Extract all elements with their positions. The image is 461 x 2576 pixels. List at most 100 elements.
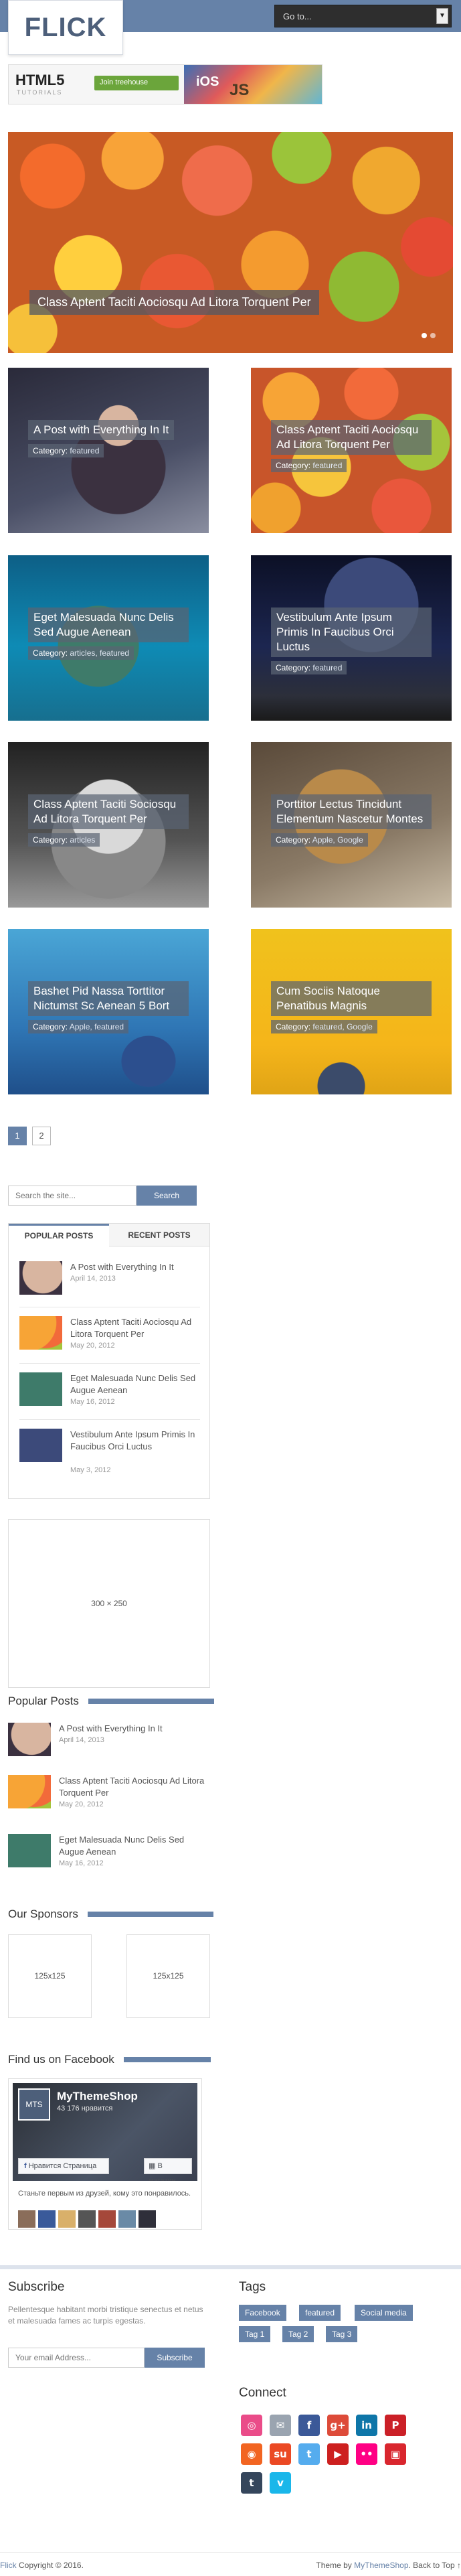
post-thumbnail[interactable] [8,1775,51,1808]
tag-link[interactable]: Tag 3 [326,2326,358,2342]
post-card[interactable]: Eget Malesuada Nunc Delis Sed Augue Aene… [8,555,209,721]
post-title[interactable]: Cum Sociis Natoque Penatibus Magnis [271,981,432,1016]
avatar[interactable] [58,2210,76,2228]
post-card[interactable]: Class Aptent Taciti Aociosqu Ad Litora T… [251,368,452,533]
post-title[interactable]: Bashet Pid Nassa Torttitor Nictumst Sc A… [28,981,189,1016]
post-title[interactable]: Vestibulum Ante Ipsum Primis In Faucibus… [271,607,432,657]
post-thumbnail[interactable] [19,1429,62,1462]
list-item-title[interactable]: A Post with Everything In It [70,1261,197,1273]
avatar[interactable] [18,2210,35,2228]
category-links[interactable]: featured [312,461,342,470]
facebook-icon[interactable]: f [298,2415,320,2436]
facebook-page-avatar[interactable]: MTS [18,2088,50,2121]
tag-link[interactable]: Social media [355,2305,413,2321]
avatar[interactable] [139,2210,156,2228]
list-item[interactable]: A Post with Everything In It April 14, 2… [8,1723,210,1763]
post-thumbnail[interactable] [19,1261,62,1295]
list-item-date: May 3, 2012 [70,1466,111,1474]
post-thumbnail[interactable] [8,1834,51,1867]
post-card[interactable]: Class Aptent Taciti Sociosqu Ad Litora T… [8,742,209,908]
avatar[interactable] [38,2210,56,2228]
dribbble-icon[interactable]: ◎ [241,2415,262,2436]
post-title[interactable]: Porttitor Lectus Tincidunt Elementum Nas… [271,794,432,829]
post-card[interactable]: A Post with Everything In It Category: f… [8,368,209,533]
tag-link[interactable]: featured [299,2305,341,2321]
list-item[interactable]: A Post with Everything In It April 14, 2… [19,1261,200,1308]
delicious-icon[interactable]: ▣ [385,2443,406,2465]
category-links[interactable]: articles, featured [70,648,129,658]
sponsor-ad-2[interactable]: 125x125 [126,1934,210,2018]
featured-caption[interactable]: Class Aptent Taciti Aociosqu Ad Litora T… [29,290,319,315]
search-button[interactable]: Search [136,1186,197,1206]
stumbleupon-icon[interactable]: su [270,2443,291,2465]
category-links[interactable]: featured, Google [312,1022,372,1031]
rss-icon[interactable]: ◉ [241,2443,262,2465]
tag-link[interactable]: Tag 1 [239,2326,271,2342]
list-item-title[interactable]: Class Aptent Taciti Aociosqu Ad Litora T… [70,1316,197,1340]
list-item-date: May 16, 2012 [59,1859,104,1867]
widget-heading: Popular Posts [8,1693,214,1709]
list-item-title[interactable]: A Post with Everything In It [59,1723,209,1735]
page-1-link[interactable]: 1 [8,1127,27,1145]
list-item-title[interactable]: Eget Malesuada Nunc Delis Sed Augue Aene… [59,1834,209,1858]
facebook-like-button[interactable]: f Нравится Страница [18,2158,109,2174]
post-card[interactable]: Cum Sociis Natoque Penatibus Magnis Cate… [251,929,452,1094]
avatar[interactable] [98,2210,116,2228]
vimeo-icon[interactable]: v [270,2472,291,2494]
post-title[interactable]: Class Aptent Taciti Sociosqu Ad Litora T… [28,794,189,829]
post-title[interactable]: Class Aptent Taciti Aociosqu Ad Litora T… [271,420,432,455]
facebook-cover[interactable]: MTS MyThemeShop 43 176 нравится f Нравит… [13,2083,197,2181]
site-logo[interactable]: FLICK [8,0,123,55]
email-field[interactable] [8,2348,145,2368]
youtube-icon[interactable]: ▶ [327,2443,349,2465]
post-card[interactable]: Bashet Pid Nassa Torttitor Nictumst Sc A… [8,929,209,1094]
avatar[interactable] [118,2210,136,2228]
post-card[interactable]: Porttitor Lectus Tincidunt Elementum Nas… [251,742,452,908]
slider-dot-1[interactable] [422,333,427,338]
header-banner-ad[interactable]: HTML5 TUTORIALS Join treehouse iOS JS [8,64,322,104]
twitter-icon[interactable]: t [298,2443,320,2465]
category-links[interactable]: featured [70,446,99,455]
post-title[interactable]: Eget Malesuada Nunc Delis Sed Augue Aene… [28,607,189,642]
list-item-title[interactable]: Vestibulum Ante Ipsum Primis In Faucibus… [70,1429,197,1453]
ad-300x250[interactable]: 300 × 250 [8,1519,210,1688]
flickr-icon[interactable]: •• [356,2443,377,2465]
avatar[interactable] [78,2210,96,2228]
list-item-date: April 14, 2013 [59,1736,104,1744]
goto-select[interactable]: Go to... ▼ [274,5,452,27]
back-to-top-link[interactable]: . Back to Top ↑ [409,2561,461,2570]
facebook-shop-button[interactable]: ▦ В магазин [144,2158,192,2181]
featured-slider[interactable]: Class Aptent Taciti Aociosqu Ad Litora T… [8,132,453,353]
tab-recent-posts[interactable]: RECENT POSTS [109,1224,209,1246]
category-links[interactable]: Apple, Google [312,835,363,845]
page-2-link[interactable]: 2 [32,1127,51,1145]
email-icon[interactable]: ✉ [270,2415,291,2436]
post-thumbnail[interactable] [8,1723,51,1756]
pinterest-icon[interactable]: P [385,2415,406,2436]
slider-dot-2[interactable] [430,333,436,338]
theme-author-link[interactable]: MyThemeShop [354,2561,408,2570]
facebook-page-name[interactable]: MyThemeShop [57,2090,138,2103]
tag-link[interactable]: Tag 2 [282,2326,314,2342]
category-links[interactable]: Apple, featured [70,1022,124,1031]
list-item-title[interactable]: Class Aptent Taciti Aociosqu Ad Litora T… [59,1775,209,1799]
tumblr-icon[interactable]: t [241,2472,262,2494]
tab-popular-posts[interactable]: POPULAR POSTS [9,1224,109,1246]
sponsor-ad-1[interactable]: 125x125 [8,1934,92,2018]
list-item-title[interactable]: Eget Malesuada Nunc Delis Sed Augue Aene… [70,1372,197,1397]
post-thumbnail[interactable] [19,1316,62,1350]
list-item[interactable]: Eget Malesuada Nunc Delis Sed Augue Aene… [8,1834,210,1874]
post-title[interactable]: A Post with Everything In It [28,420,175,440]
search-input[interactable] [8,1186,136,1206]
googleplus-icon[interactable]: g+ [327,2415,349,2436]
linkedin-icon[interactable]: in [356,2415,377,2436]
category-links[interactable]: featured [312,663,342,672]
list-item[interactable]: Class Aptent Taciti Aociosqu Ad Litora T… [8,1775,210,1815]
post-thumbnail[interactable] [19,1372,62,1406]
category-label: Category: [276,663,311,672]
subscribe-button[interactable]: Subscribe [145,2348,205,2368]
post-card[interactable]: Vestibulum Ante Ipsum Primis In Faucibus… [251,555,452,721]
category-links[interactable]: articles [70,835,95,845]
tag-link[interactable]: Facebook [239,2305,286,2321]
footer-brand-link[interactable]: Flick [0,2561,17,2570]
